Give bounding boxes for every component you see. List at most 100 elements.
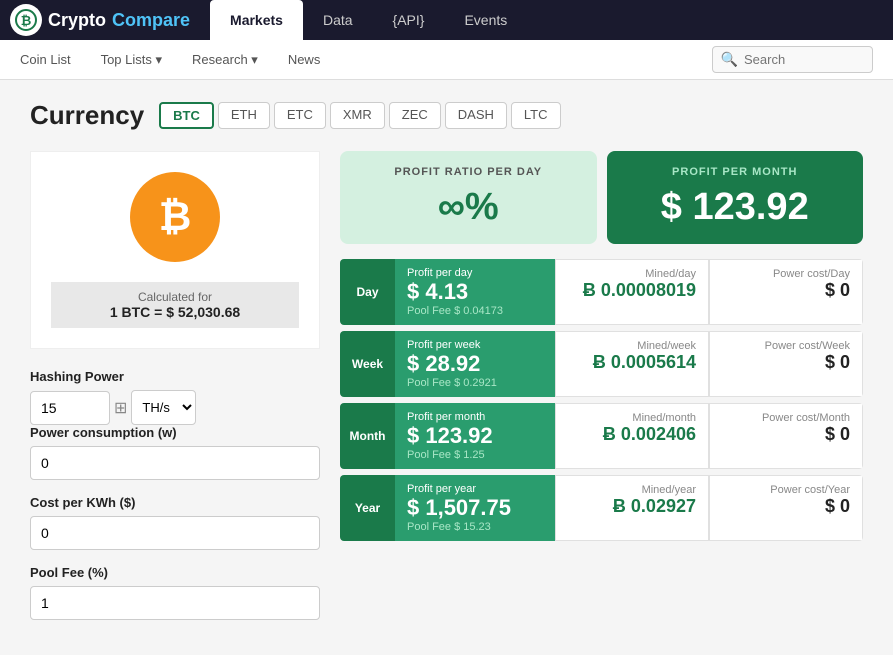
power-consumption-group: Power consumption (w) — [30, 425, 320, 480]
profit-top-cards: PROFIT RATIO PER DAY ∞% PROFIT PER MONTH… — [340, 151, 863, 244]
search-box[interactable]: 🔍 — [712, 46, 873, 73]
sec-nav-top-lists[interactable]: Top Lists ▾ — [101, 40, 162, 80]
sec-nav-research[interactable]: Research ▾ — [192, 40, 258, 80]
period-label-year: Year — [340, 475, 395, 541]
power-cost-month: Power cost/Month $ 0 — [709, 403, 863, 469]
currency-header: Currency BTC ETH ETC XMR ZEC DASH LTC — [30, 100, 863, 131]
power-cost-value: $ 0 — [722, 280, 850, 301]
nav-events[interactable]: Events — [444, 0, 527, 40]
cost-input[interactable] — [30, 516, 320, 550]
sec-nav-news[interactable]: News — [288, 40, 321, 80]
power-label: Power consumption (w) — [30, 425, 320, 440]
logo-icon: ₿ — [10, 4, 42, 36]
calc-value: 1 BTC = $ 52,030.68 — [59, 304, 291, 320]
period-label-month: Month — [340, 403, 395, 469]
mined-value: Ƀ 0.02927 — [568, 496, 696, 517]
power-cost-label: Power cost/Month — [722, 412, 850, 424]
hashing-power-row: ⊞ TH/s GH/s MH/s — [30, 390, 320, 425]
mined-month: Mined/month Ƀ 0.002406 — [555, 403, 709, 469]
power-cost-label: Power cost/Year — [722, 484, 850, 496]
profit-label: Profit per month — [407, 411, 543, 423]
tab-eth[interactable]: ETH — [218, 102, 270, 129]
profit-label: Profit per week — [407, 339, 543, 351]
calc-info: Calculated for 1 BTC = $ 52,030.68 — [51, 282, 299, 328]
tab-dash[interactable]: DASH — [445, 102, 507, 129]
search-icon: 🔍 — [721, 51, 738, 68]
tab-btc[interactable]: BTC — [159, 102, 214, 129]
power-cost-label: Power cost/Week — [722, 340, 850, 352]
pool-fee-group: Pool Fee (%) — [30, 565, 320, 620]
tab-zec[interactable]: ZEC — [389, 102, 441, 129]
power-cost-value: $ 0 — [722, 424, 850, 445]
nav-data[interactable]: Data — [303, 0, 373, 40]
profit-month-label: PROFIT PER MONTH — [672, 166, 797, 178]
mined-label: Mined/year — [568, 484, 696, 496]
profit-value: $ 123.92 — [407, 423, 543, 449]
mined-value: Ƀ 0.002406 — [568, 424, 696, 445]
profit-value: $ 1,507.75 — [407, 495, 543, 521]
mined-week: Mined/week Ƀ 0.0005614 — [555, 331, 709, 397]
right-panel: PROFIT RATIO PER DAY ∞% PROFIT PER MONTH… — [340, 151, 863, 635]
stats-row-month: Month Profit per month $ 123.92 Pool Fee… — [340, 403, 863, 469]
power-cost-value: $ 0 — [722, 496, 850, 517]
mined-year: Mined/year Ƀ 0.02927 — [555, 475, 709, 541]
tab-ltc[interactable]: LTC — [511, 102, 561, 129]
nav-markets[interactable]: Markets — [210, 0, 303, 40]
profit-year: Profit per year $ 1,507.75 Pool Fee $ 15… — [395, 475, 555, 541]
secondary-navigation: Coin List Top Lists ▾ Research ▾ News 🔍 — [0, 40, 893, 80]
nav-api[interactable]: {API} — [373, 0, 445, 40]
tab-xmr[interactable]: XMR — [330, 102, 385, 129]
power-cost-year: Power cost/Year $ 0 — [709, 475, 863, 541]
period-label-day: Day — [340, 259, 395, 325]
profit-month-card: PROFIT PER MONTH $ 123.92 — [607, 151, 864, 244]
profit-ratio-card: PROFIT RATIO PER DAY ∞% — [340, 151, 597, 244]
page-title: Currency — [30, 100, 144, 131]
btc-coin-icon: ₿ — [130, 172, 220, 262]
profit-label: Profit per year — [407, 483, 543, 495]
left-panel: ₿ Calculated for 1 BTC = $ 52,030.68 Has… — [30, 151, 320, 635]
profit-day: Profit per day $ 4.13 Pool Fee $ 0.04173 — [395, 259, 555, 325]
logo[interactable]: ₿ Crypto Compare — [10, 4, 190, 36]
stats-row-week: Week Profit per week $ 28.92 Pool Fee $ … — [340, 331, 863, 397]
logo-text-compare: Compare — [112, 10, 190, 31]
profit-value: $ 4.13 — [407, 279, 543, 305]
tab-etc[interactable]: ETC — [274, 102, 326, 129]
coin-icon-box: ₿ Calculated for 1 BTC = $ 52,030.68 — [30, 151, 320, 349]
profit-month-value: $ 123.92 — [661, 186, 809, 229]
main-content: Currency BTC ETH ETC XMR ZEC DASH LTC ₿ … — [0, 80, 893, 655]
profit-value: $ 28.92 — [407, 351, 543, 377]
power-cost-value: $ 0 — [722, 352, 850, 373]
calc-label: Calculated for — [59, 290, 291, 304]
top-navigation: ₿ Crypto Compare Markets Data {API} Event… — [0, 0, 893, 40]
power-cost-label: Power cost/Day — [722, 268, 850, 280]
mined-label: Mined/day — [568, 268, 696, 280]
stats-rows: Day Profit per day $ 4.13 Pool Fee $ 0.0… — [340, 259, 863, 541]
mined-value: Ƀ 0.00008019 — [568, 280, 696, 301]
cost-label: Cost per KWh ($) — [30, 495, 320, 510]
profit-label: Profit per day — [407, 267, 543, 279]
pool-fee-info: Pool Fee $ 15.23 — [407, 521, 543, 533]
power-input[interactable] — [30, 446, 320, 480]
search-input[interactable] — [744, 52, 864, 67]
profit-ratio-value: ∞% — [438, 186, 499, 229]
pool-fee-label: Pool Fee (%) — [30, 565, 320, 580]
pool-fee-info: Pool Fee $ 0.04173 — [407, 305, 543, 317]
logo-text-crypto: Crypto — [48, 10, 106, 31]
mined-day: Mined/day Ƀ 0.00008019 — [555, 259, 709, 325]
hashing-power-input[interactable] — [30, 391, 110, 425]
currency-tabs: BTC ETH ETC XMR ZEC DASH LTC — [159, 102, 560, 129]
sec-nav-coin-list[interactable]: Coin List — [20, 40, 71, 80]
stats-row-day: Day Profit per day $ 4.13 Pool Fee $ 0.0… — [340, 259, 863, 325]
form-section: Hashing Power ⊞ TH/s GH/s MH/s Power con… — [30, 369, 320, 620]
profit-ratio-label: PROFIT RATIO PER DAY — [394, 166, 542, 178]
content-area: ₿ Calculated for 1 BTC = $ 52,030.68 Has… — [30, 151, 863, 635]
stats-row-year: Year Profit per year $ 1,507.75 Pool Fee… — [340, 475, 863, 541]
hashing-power-label: Hashing Power — [30, 369, 320, 384]
hashing-unit-select[interactable]: TH/s GH/s MH/s — [131, 390, 196, 425]
top-nav-links: Markets Data {API} Events — [210, 0, 527, 40]
pool-fee-info: Pool Fee $ 1.25 — [407, 449, 543, 461]
pool-fee-input[interactable] — [30, 586, 320, 620]
power-cost-week: Power cost/Week $ 0 — [709, 331, 863, 397]
profit-month: Profit per month $ 123.92 Pool Fee $ 1.2… — [395, 403, 555, 469]
pool-fee-info: Pool Fee $ 0.2921 — [407, 377, 543, 389]
